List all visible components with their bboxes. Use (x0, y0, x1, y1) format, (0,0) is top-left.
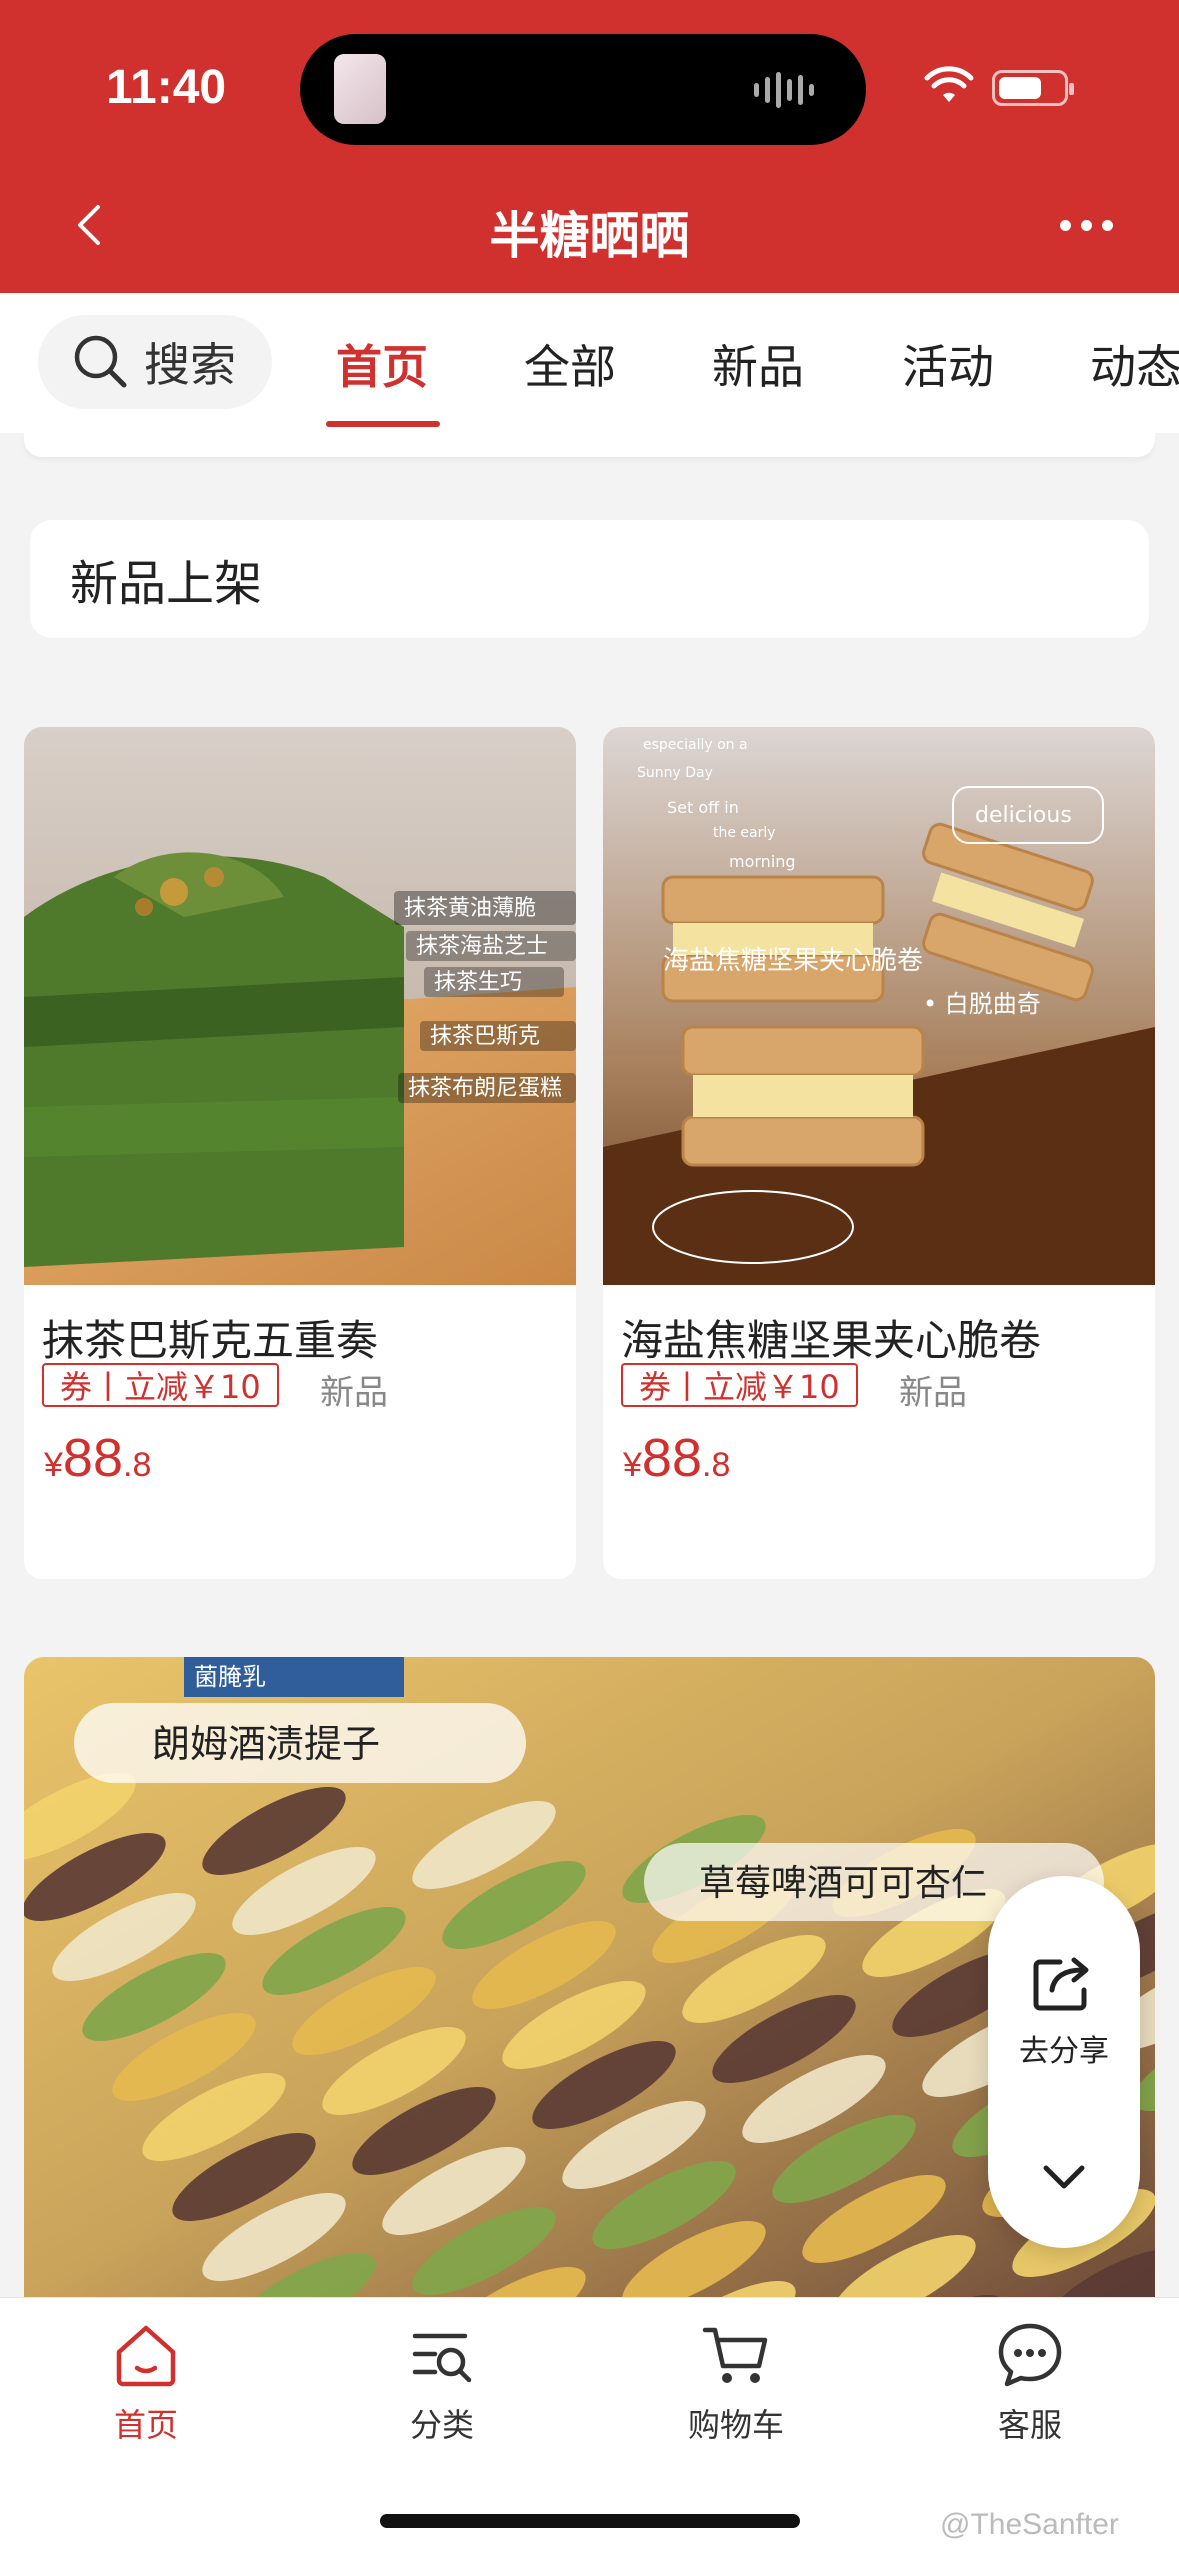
image-label: 抹茶布朗尼蛋糕 (408, 1076, 562, 1101)
price-integer: 88 (641, 1428, 702, 1488)
cart-icon (702, 2327, 768, 2383)
battery-level (999, 77, 1041, 99)
image-label: Set off in (667, 798, 739, 817)
header-bar: 11:40 半糖晒晒 (0, 0, 1179, 293)
nav-cart[interactable]: 购物车 (636, 2318, 836, 2446)
chat-icon (998, 2323, 1062, 2387)
price-decimal: .8 (123, 1446, 152, 1484)
image-label: 海盐焦糖坚果夹心脆卷 (663, 946, 923, 976)
now-playing-thumbnail (334, 54, 386, 124)
tab-home[interactable]: 首页 (336, 331, 428, 397)
status-time: 11:40 (106, 61, 227, 114)
image-label: especially on a (643, 737, 748, 753)
banner-label: 菌腌乳 (194, 1663, 266, 1691)
share-icon[interactable] (1030, 1954, 1098, 2014)
price-integer: 88 (62, 1428, 123, 1488)
search-icon (74, 335, 127, 388)
product-name: 海盐焦糖坚果夹心脆卷 (621, 1316, 1042, 1365)
product-image: 海盐焦糖坚果夹心脆卷 • 白脱曲奇 delicious especially o… (603, 727, 1155, 1285)
share-panel: 去分享 (988, 1876, 1140, 2248)
nav-category[interactable]: 分类 (342, 2318, 542, 2446)
image-label: • 白脱曲奇 (923, 990, 1041, 1018)
dot-icon (1102, 219, 1113, 231)
image-label: 抹茶巴斯克 (430, 1024, 540, 1049)
coupon-badge[interactable]: 券丨立减￥10 (42, 1363, 279, 1407)
banner-label: 朗姆酒渍提子 (152, 1722, 380, 1766)
section-header: 新品上架 (30, 520, 1149, 638)
image-label: Sunny Day (637, 765, 713, 781)
share-label[interactable]: 去分享 (988, 2026, 1140, 2070)
product-name: 抹茶巴斯克五重奏 (42, 1316, 379, 1365)
category-search-icon (412, 2333, 472, 2383)
price-currency: ¥ (44, 1446, 63, 1484)
product-card[interactable]: 抹茶黄油薄脆 抹茶海盐芝士 抹茶生巧 抹茶巴斯克 抹茶布朗尼蛋糕 抹茶巴斯克五重… (24, 727, 576, 1579)
section-title: 新品上架 (70, 556, 263, 612)
new-tag: 新品 (320, 1373, 388, 1413)
product-card[interactable]: 海盐焦糖坚果夹心脆卷 • 白脱曲奇 delicious especially o… (603, 727, 1155, 1579)
image-label: the early (713, 825, 776, 841)
nav-label: 购物车 (687, 2406, 784, 2444)
image-label: 抹茶生巧 (434, 970, 522, 995)
tab-all[interactable]: 全部 (524, 331, 616, 397)
dot-icon (1060, 219, 1071, 231)
previous-card-edge (24, 433, 1155, 457)
tab-bar: 搜索 首页 全部 新品 活动 动态 (0, 293, 1179, 433)
coupon-badge[interactable]: 券丨立减￥10 (621, 1363, 858, 1407)
image-label: 抹茶黄油薄脆 (404, 896, 536, 921)
nav-label: 分类 (409, 2406, 474, 2444)
tab-events[interactable]: 活动 (902, 331, 994, 397)
dynamic-island (300, 34, 866, 145)
more-options-button[interactable] (1060, 205, 1140, 245)
nav-label: 首页 (113, 2406, 178, 2444)
nav-home[interactable]: 首页 (46, 2318, 246, 2446)
dot-icon (1081, 219, 1092, 231)
tab-new[interactable]: 新品 (712, 331, 804, 397)
home-indicator[interactable] (380, 2514, 800, 2528)
wifi-icon (924, 66, 974, 102)
audio-wave-icon (754, 70, 834, 110)
battery-icon (992, 70, 1074, 106)
new-tag: 新品 (899, 1373, 967, 1413)
nav-support[interactable]: 客服 (930, 2318, 1130, 2446)
image-label: delicious (975, 803, 1072, 828)
price-decimal: .8 (702, 1446, 731, 1484)
image-label: morning (729, 852, 796, 871)
product-image: 抹茶黄油薄脆 抹茶海盐芝士 抹茶生巧 抹茶巴斯克 抹茶布朗尼蛋糕 (24, 727, 576, 1285)
image-label: 抹茶海盐芝士 (416, 934, 548, 959)
promo-banner[interactable]: 菌腌乳 朗姆酒渍提子 草莓啤酒可可杏仁 (24, 1657, 1155, 2297)
price-currency: ¥ (623, 1446, 642, 1484)
watermark: @TheSanfter (940, 2508, 1119, 2541)
product-price: ¥88.8 (623, 1427, 730, 1489)
banner-image: 菌腌乳 朗姆酒渍提子 草莓啤酒可可杏仁 (24, 1657, 1155, 2297)
product-price: ¥88.8 (44, 1427, 151, 1489)
chevron-down-icon[interactable] (1038, 2156, 1090, 2196)
search-label: 搜索 (144, 338, 236, 392)
active-tab-indicator (326, 421, 440, 427)
nav-label: 客服 (997, 2406, 1062, 2444)
page-title: 半糖晒晒 (489, 207, 690, 265)
home-icon (116, 2325, 176, 2387)
banner-label: 草莓啤酒可可杏仁 (699, 1863, 987, 1904)
tab-feed[interactable]: 动态 (1090, 331, 1179, 397)
search-button[interactable]: 搜索 (38, 315, 272, 409)
